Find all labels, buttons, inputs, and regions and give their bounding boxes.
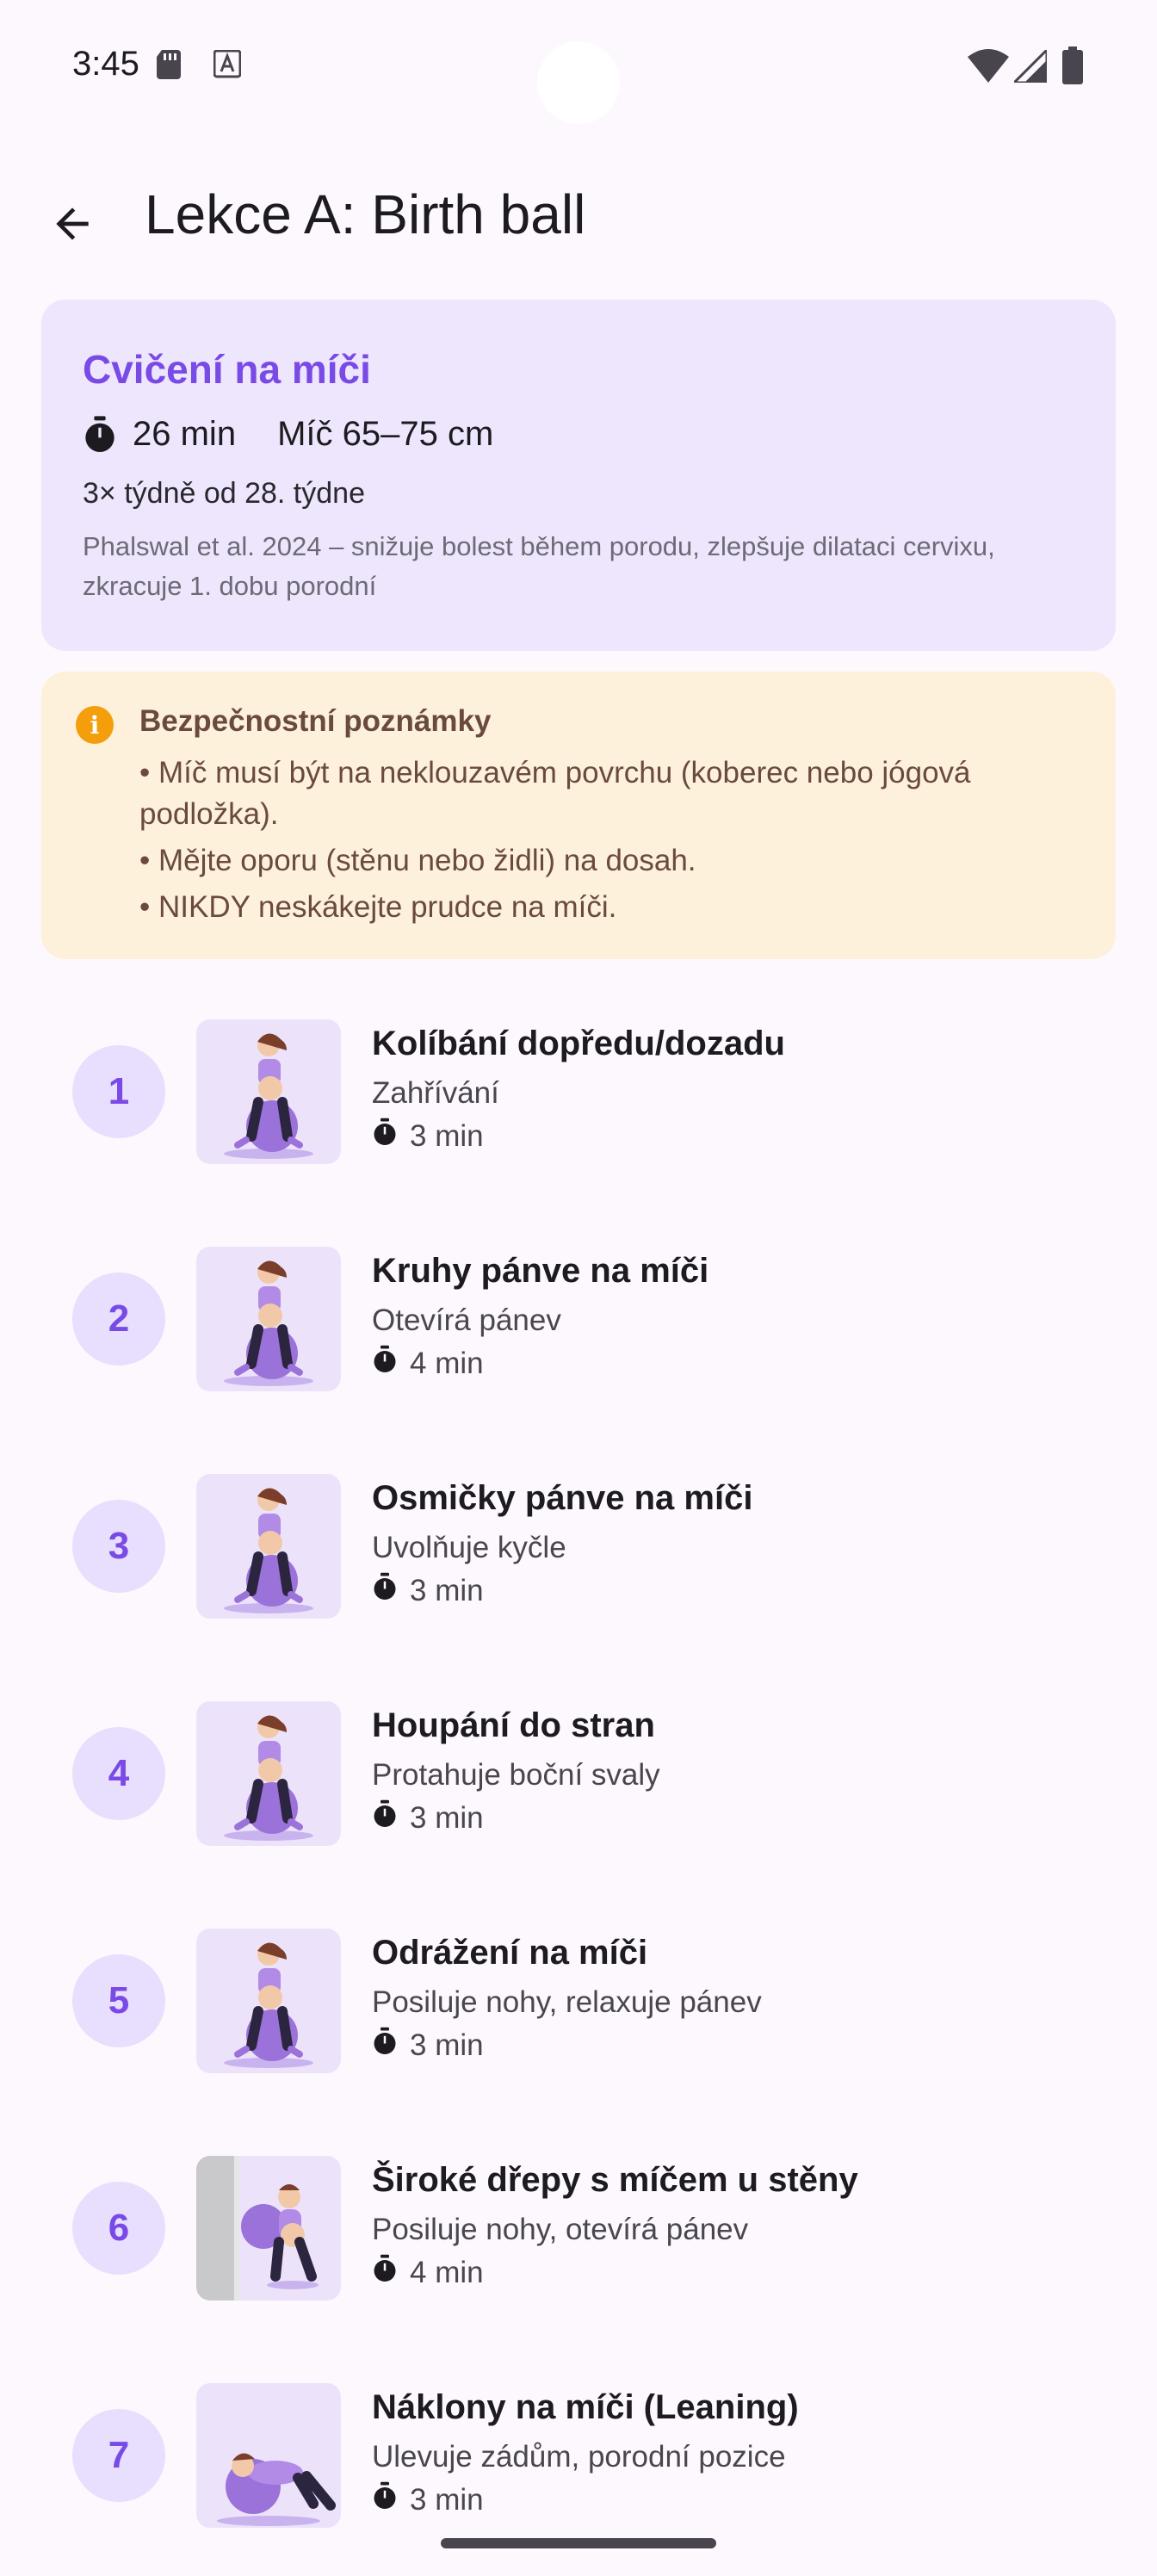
safety-heading: Bezpečnostní poznámky [139, 704, 492, 738]
exercise-item[interactable]: 1 Kolíbání dopředu/dozadu Zahřívání 3 min [0, 1012, 1157, 1167]
exercise-number: 2 [72, 1273, 165, 1365]
exercise-name: Náklony na míči (Leaning) [372, 2388, 799, 2426]
info-icon: i [76, 706, 114, 744]
top-app-bar: Lekce A: Birth ball [0, 164, 1157, 267]
page-title: Lekce A: Birth ball [145, 183, 586, 245]
exercise-description: Otevírá pánev [372, 1303, 561, 1337]
exercise-duration: 3 min [372, 2481, 484, 2518]
exercise-item[interactable]: 4 Houpání do stran Protahuje boční svaly 3 … [0, 1694, 1157, 1849]
leaning-on-ball-icon [196, 2383, 341, 2528]
safety-line: • Míč musí být na neklouzavém povrchu (k… [139, 756, 971, 831]
sd-card-icon [157, 50, 183, 84]
summary-heading: Cvičení na míči [83, 347, 371, 392]
exercise-number: 1 [72, 1045, 165, 1138]
woman-on-ball-icon [196, 1247, 341, 1391]
exercise-description: Posiluje nohy, otevírá pánev [372, 2213, 749, 2246]
exercise-number: 3 [72, 1500, 165, 1593]
exercise-name: Osmičky pánve na míči [372, 1479, 753, 1517]
arrow-back-icon [56, 207, 89, 240]
summary-duration: 26 min [133, 415, 237, 453]
safety-notes-card: i Bezpečnostní poznámky • Míč musí být n… [41, 672, 1116, 959]
exercise-description: Protahuje boční svaly [372, 1758, 660, 1792]
summary-meta-row: 26 min Míč 65–75 cm [83, 415, 493, 454]
exercise-duration-value: 4 min [410, 2255, 484, 2289]
timer-icon [372, 2254, 398, 2291]
exercise-duration-value: 3 min [410, 2028, 484, 2062]
timer-icon [85, 415, 114, 452]
exercise-description: Zahřívání [372, 1076, 499, 1110]
exercise-number: 7 [72, 2409, 165, 2502]
exercise-item[interactable]: 5 Odrážení na míči Posiluje nohy, relaxuje… [0, 1922, 1157, 2077]
exercise-duration: 3 min [372, 1118, 484, 1155]
exercise-duration: 3 min [372, 1799, 484, 1836]
exercise-name: Kolíbání dopředu/dozadu [372, 1025, 785, 1062]
status-time: 3:45 [72, 45, 139, 83]
exercise-description: Posiluje nohy, relaxuje pánev [372, 1985, 762, 2019]
exercise-name: Široké dřepy s míčem u stěny [372, 2161, 858, 2199]
exercise-duration-value: 3 min [410, 1573, 484, 1607]
wall-squat-icon [196, 2156, 341, 2300]
wifi-icon [968, 48, 1009, 87]
exercise-duration: 4 min [372, 1345, 484, 1382]
exercise-name: Kruhy pánve na míči [372, 1252, 709, 1290]
safety-line: • NIKDY neskákejte prudce na míči. [139, 890, 617, 924]
timer-icon [372, 1118, 398, 1155]
signal-icon [1011, 46, 1049, 87]
exercise-duration-value: 3 min [410, 1800, 484, 1835]
battery-icon [1062, 46, 1083, 89]
timer-icon [372, 1345, 398, 1382]
exercise-item[interactable]: 7 Náklony na míči (Leaning) Ulevuje zádům,… [0, 2376, 1157, 2531]
exercise-duration-value: 3 min [410, 2482, 484, 2517]
exercise-item[interactable]: 6 Široké dřepy s míčem u stěny Posiluje no… [0, 2149, 1157, 2304]
exercise-duration: 3 min [372, 1572, 484, 1609]
woman-on-ball-icon [196, 1701, 341, 1846]
exercise-item[interactable]: 2 Kruhy pánve na míči Otevírá pánev 4 min [0, 1240, 1157, 1395]
exercise-number: 6 [72, 2182, 165, 2275]
exercise-name: Odrážení na míči [372, 1934, 648, 1972]
exercise-name: Houpání do stran [372, 1706, 655, 1744]
camera-cutout [537, 41, 620, 124]
exercise-description: Ulevuje zádům, porodní pozice [372, 2440, 786, 2474]
timer-icon [372, 1799, 398, 1836]
exercise-duration-value: 3 min [410, 1118, 484, 1153]
exercise-duration: 4 min [372, 2254, 484, 2291]
safety-line: • Mějte oporu (stěnu nebo židli) na dosa… [139, 844, 696, 877]
woman-on-ball-icon [196, 1019, 341, 1164]
lesson-summary-card: Cvičení na míči 26 min Míč 65–75 cm 3× t… [41, 300, 1116, 651]
back-button[interactable] [38, 189, 107, 258]
summary-ball-size: Míč 65–75 cm [277, 415, 494, 453]
timer-icon [372, 2027, 398, 2064]
exercise-description: Uvolňuje kyčle [372, 1531, 566, 1564]
exercise-number: 4 [72, 1727, 165, 1820]
exercise-number: 5 [72, 1954, 165, 2047]
exercise-duration-value: 4 min [410, 1346, 484, 1380]
woman-on-ball-icon [196, 1929, 341, 2073]
gesture-handle[interactable] [441, 2538, 716, 2548]
timer-icon [372, 1572, 398, 1609]
exercise-item[interactable]: 3 Osmičky pánve na míči Uvolňuje kyčle 3 mi… [0, 1467, 1157, 1622]
exercise-duration: 3 min [372, 2027, 484, 2064]
woman-on-ball-icon [196, 1474, 341, 1619]
status-bar: 3:45 [0, 0, 1157, 138]
timer-icon [372, 2481, 398, 2518]
keyboard-a-icon [213, 49, 242, 84]
summary-frequency: 3× týdně od 28. týdne [83, 477, 365, 510]
summary-source: Phalswal et al. 2024 – snižuje bolest bě… [83, 531, 995, 601]
